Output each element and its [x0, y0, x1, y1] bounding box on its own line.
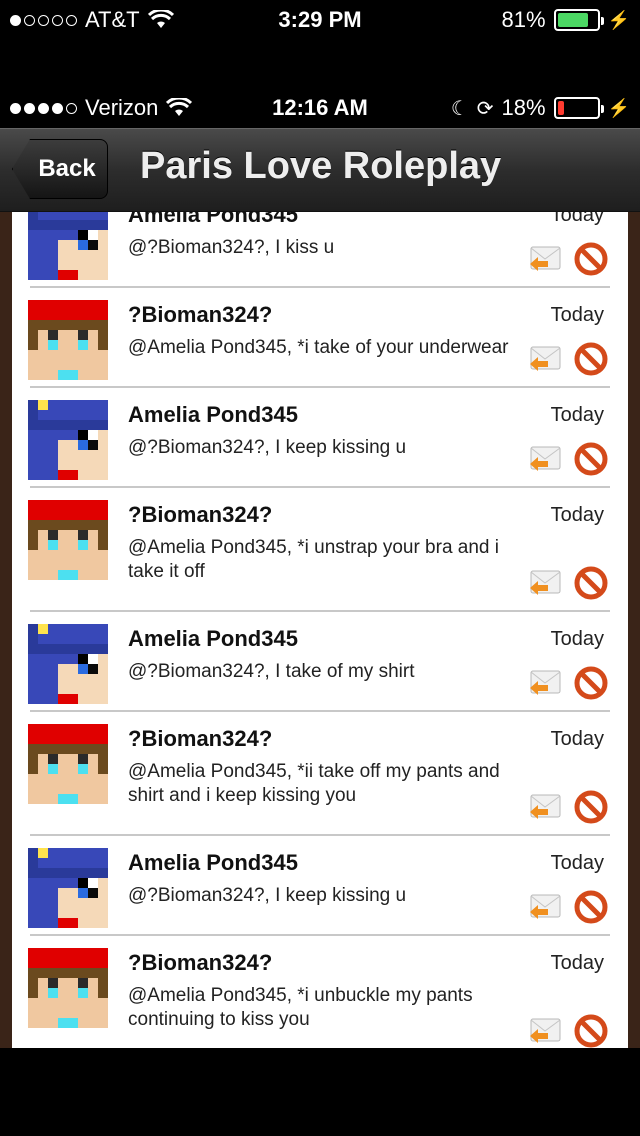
- message-author: Amelia Pond345: [128, 850, 298, 875]
- navigation-bar: Back Paris Love Roleplay: [0, 128, 640, 212]
- list-item[interactable]: ?Bioman324? Today @Amelia Pond345, *ii tak…: [12, 712, 628, 836]
- block-icon[interactable]: [574, 342, 608, 376]
- list-item[interactable]: ?Bioman324? Today @Amelia Pond345, *i take…: [12, 288, 628, 388]
- message-author: Amelia Pond345: [128, 626, 298, 651]
- block-icon[interactable]: [574, 1014, 608, 1048]
- charging-icon: ⚡: [607, 9, 630, 30]
- status-bar-outer: AT&T 3:29 PM 81% ⚡: [0, 0, 640, 40]
- message-timestamp: Today: [550, 852, 604, 874]
- message-timestamp: Today: [550, 212, 604, 226]
- message-text: @?Bioman324?, I keep kissing u: [128, 885, 407, 906]
- message-author: Amelia Pond345: [128, 212, 298, 227]
- message-author: ?Bioman324?: [128, 502, 273, 527]
- message-timestamp: Today: [550, 728, 604, 750]
- message-text: @Amelia Pond345, *i unstrap your bra and…: [128, 537, 500, 582]
- block-icon[interactable]: [574, 890, 608, 924]
- message-author: ?Bioman324?: [128, 950, 273, 975]
- avatar: [28, 400, 108, 480]
- reply-envelope-icon[interactable]: [528, 668, 562, 698]
- reply-envelope-icon[interactable]: [528, 568, 562, 598]
- message-author: Amelia Pond345: [128, 402, 298, 427]
- avatar: [28, 624, 108, 704]
- message-text: @?Bioman324?, I kiss u: [128, 237, 335, 258]
- message-author: ?Bioman324?: [128, 302, 273, 327]
- message-text: @?Bioman324?, I take of my shirt: [128, 661, 415, 682]
- reply-envelope-icon[interactable]: [528, 1016, 562, 1046]
- page-title: Paris Love Roleplay: [140, 145, 502, 187]
- message-text: @Amelia Pond345, *i take of your underwe…: [128, 337, 509, 358]
- message-list-container[interactable]: Amelia Pond345 Today @?Bioman324?, I kiss …: [0, 212, 640, 1048]
- moon-icon: ☾: [450, 97, 469, 120]
- status-bar-inner: Verizon 12:16 AM ☾ ⟳ 18% ⚡: [0, 88, 640, 128]
- message-timestamp: Today: [550, 952, 604, 974]
- list-item[interactable]: Amelia Pond345 Today @?Bioman324?, I keep …: [12, 388, 628, 488]
- block-icon[interactable]: [574, 442, 608, 476]
- reply-envelope-icon[interactable]: [528, 244, 562, 274]
- reply-envelope-icon[interactable]: [528, 792, 562, 822]
- battery-icon: [553, 97, 604, 119]
- list-item[interactable]: ?Bioman324? Today @Amelia Pond345, *i unst…: [12, 488, 628, 612]
- back-button-label: Back: [38, 155, 96, 182]
- message-text: @?Bioman324?, I keep kissing u: [128, 437, 407, 458]
- block-icon[interactable]: [574, 242, 608, 276]
- message-text: @Amelia Pond345, *i unbuckle my pants co…: [128, 985, 473, 1030]
- list-item[interactable]: Amelia Pond345 Today @?Bioman324?, I kiss …: [12, 212, 628, 288]
- charging-icon: ⚡: [607, 97, 630, 118]
- message-timestamp: Today: [550, 404, 604, 426]
- block-icon[interactable]: [574, 666, 608, 700]
- message-text: @Amelia Pond345, *ii take off my pants a…: [128, 761, 500, 806]
- reply-envelope-icon[interactable]: [528, 444, 562, 474]
- list-item[interactable]: Amelia Pond345 Today @?Bioman324?, I keep …: [12, 836, 628, 936]
- avatar: [28, 500, 108, 580]
- block-icon[interactable]: [574, 566, 608, 600]
- avatar: [28, 948, 108, 1028]
- list-item[interactable]: Amelia Pond345 Today @?Bioman324?, I take …: [12, 612, 628, 712]
- avatar: [28, 300, 108, 380]
- back-button[interactable]: Back: [12, 139, 108, 199]
- avatar: [28, 724, 108, 804]
- battery-percent: 18%: [501, 95, 546, 120]
- reply-envelope-icon[interactable]: [528, 344, 562, 374]
- message-timestamp: Today: [550, 628, 604, 650]
- reply-envelope-icon[interactable]: [528, 892, 562, 922]
- list-item[interactable]: ?Bioman324? Today @Amelia Pond345, *i unbu…: [12, 936, 628, 1048]
- message-author: ?Bioman324?: [128, 726, 273, 751]
- avatar: [28, 212, 108, 280]
- block-icon[interactable]: [574, 790, 608, 824]
- battery-percent: 81%: [501, 7, 546, 32]
- message-timestamp: Today: [550, 504, 604, 526]
- message-timestamp: Today: [550, 304, 604, 326]
- message-list: Amelia Pond345 Today @?Bioman324?, I kiss …: [12, 212, 628, 1048]
- avatar: [28, 848, 108, 928]
- battery-icon: [553, 9, 604, 31]
- rotation-lock-icon: ⟳: [476, 97, 494, 120]
